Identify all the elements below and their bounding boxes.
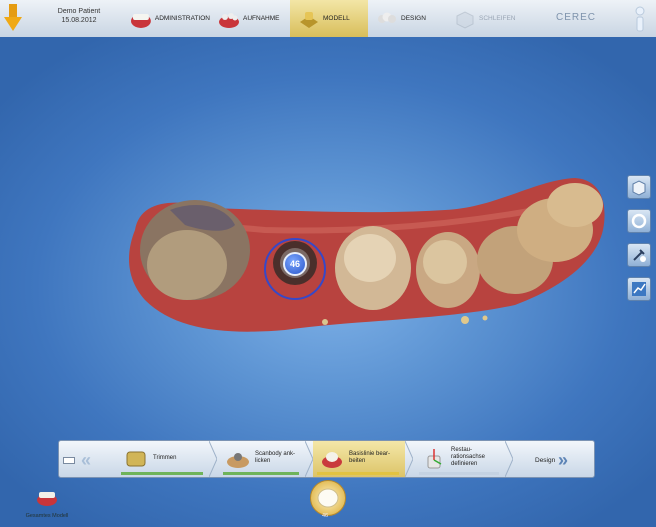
wizard-next-icon[interactable]: » (558, 450, 568, 471)
full-model-label: Gesamtes Modell (25, 513, 69, 519)
wizard-step-trimmen[interactable]: Trimmen (117, 441, 209, 477)
progress-bar-done (223, 472, 299, 475)
step-divider (209, 441, 217, 477)
top-bar: Demo Patient 15.08.2012 ADMINISTRATION A… (0, 0, 656, 38)
rotate-icon[interactable] (627, 209, 651, 233)
crown-thumbnail[interactable] (310, 480, 346, 516)
wizard-minimize-button[interactable] (63, 457, 75, 464)
jaw-model[interactable] (115, 170, 615, 350)
patient-name: Demo Patient (57, 8, 101, 15)
wizard-step-label: Restau- rationsachse definieren (451, 447, 485, 468)
wizard-next-label[interactable]: Design (535, 457, 555, 464)
view-cube-icon[interactable] (627, 175, 651, 199)
wizard-step-label: Scanbody ank- licken (255, 451, 295, 465)
step-design-label: DESIGN (401, 15, 426, 22)
wizard-step-label-line: definieren (451, 461, 478, 467)
crown-icon (317, 488, 339, 508)
axis-icon (427, 449, 442, 469)
step-divider (305, 441, 313, 477)
step-aufnahme[interactable]: AUFNAHME (218, 0, 284, 37)
crown-number: 46 (322, 513, 329, 519)
wizard-step-label-line: Basislinie bear- (349, 451, 391, 457)
model-icon (300, 11, 318, 28)
patient-info[interactable]: Demo Patient 15.08.2012 (40, 7, 118, 25)
wizard-step-label-line: rationsachse (451, 454, 486, 460)
baseline-icon (322, 452, 342, 468)
model-wizard: « Trimmen Scanbody ank- licken Basislini… (58, 440, 595, 478)
trim-icon (126, 451, 146, 467)
full-model-button[interactable]: Gesamtes Modell (22, 487, 72, 519)
chart-icon[interactable] (627, 277, 651, 301)
full-model-icon (37, 492, 57, 506)
wizard-step-label: Basislinie bear- beiten (349, 451, 390, 465)
progress-bar-done (121, 472, 203, 475)
step-administration-label: ADMINISTRATION (154, 15, 210, 22)
administration-icon (130, 13, 151, 28)
info-icon[interactable] (634, 6, 646, 32)
wizard-step-label-line: Scanbody ank- (255, 451, 296, 457)
step-design[interactable]: DESIGN (376, 0, 440, 37)
cerec-logo: CEREC (556, 12, 597, 23)
wizard-step-label-line: licken (255, 458, 271, 464)
right-toolbar (624, 175, 654, 311)
step-schleifen: SCHLEIFEN (454, 0, 524, 37)
progress-bar-active (317, 472, 399, 475)
tooth-number-badge[interactable]: 46 (283, 252, 307, 276)
wizard-step-label-line: Restau- (451, 447, 473, 453)
wizard-step-scanbody[interactable]: Scanbody ank- licken (219, 441, 305, 477)
patient-date: 15.08.2012 (61, 17, 97, 24)
tools-icon[interactable] (627, 243, 651, 267)
wizard-step-label-line: beiten (349, 458, 366, 464)
scan-icon (219, 12, 239, 28)
step-aufnahme-label: AUFNAHME (243, 15, 280, 22)
step-modell[interactable]: MODELL (290, 0, 368, 37)
wizard-previous-icon[interactable]: « (81, 450, 91, 471)
step-divider (405, 441, 413, 477)
menu-arrow-icon[interactable] (4, 4, 22, 32)
step-administration[interactable]: ADMINISTRATION (130, 0, 210, 37)
step-schleifen-label: SCHLEIFEN (479, 15, 516, 22)
wizard-step-restaurationsachse[interactable]: Restau- rationsachse definieren (415, 441, 505, 477)
step-modell-label: MODELL (323, 15, 350, 22)
wizard-step-label: Trimmen (153, 455, 177, 461)
scanbody-icon (227, 453, 249, 468)
wizard-step-basislinie[interactable]: Basislinie bear- beiten (313, 441, 405, 477)
design-icon (378, 12, 396, 23)
step-divider (505, 441, 513, 477)
progress-bar-pending (419, 472, 499, 475)
milling-icon (456, 10, 474, 29)
